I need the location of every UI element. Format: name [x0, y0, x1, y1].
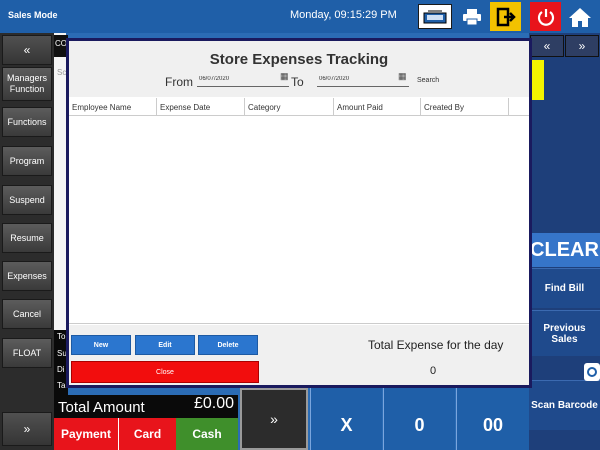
right-scroll-down-button[interactable]: » [565, 35, 599, 57]
previous-sales-button[interactable]: Previous Sales [529, 310, 600, 356]
delete-button[interactable]: Delete [198, 335, 258, 355]
scroll-down-button[interactable]: » [240, 388, 308, 450]
sidebar-item-cancel[interactable]: Cancel [2, 299, 52, 329]
background-panel [54, 33, 66, 333]
background-summary-line: Ta [57, 381, 66, 390]
keypad-0-button[interactable]: 0 [383, 400, 455, 450]
to-label: To [291, 75, 304, 89]
total-amount-value: £0.00 [193, 395, 234, 412]
column-header-category[interactable]: Category [245, 98, 334, 116]
highlight-strip [530, 60, 544, 100]
calendar-icon[interactable]: ▦ [398, 72, 408, 81]
dialog-title: Store Expenses Tracking [209, 51, 389, 68]
keypad-x-button[interactable]: X [310, 400, 382, 450]
power-icon [537, 8, 554, 26]
cash-button[interactable]: Cash [176, 418, 238, 450]
sidebar-item-suspend[interactable]: Suspend [2, 185, 52, 215]
sidebar-item-functions[interactable]: Functions [2, 107, 52, 137]
cash-drawer-icon [423, 10, 447, 23]
clear-button[interactable]: CLEAR [529, 233, 600, 267]
home-icon [568, 7, 591, 27]
sidebar-item-managers-function[interactable]: Managers Function [2, 67, 52, 101]
find-bill-button[interactable]: Find Bill [529, 268, 600, 308]
payment-button[interactable]: Payment [54, 418, 118, 450]
expenses-table-body[interactable] [69, 116, 529, 324]
column-header-created-by[interactable]: Created By [421, 98, 509, 116]
to-date-field[interactable] [317, 71, 409, 87]
logout-button[interactable] [490, 2, 521, 31]
total-expense-label: Total Expense for the day [368, 338, 504, 352]
keypad-row-edge [383, 388, 455, 400]
expenses-table-header: Employee Name Expense Date Category Amou… [69, 98, 529, 116]
top-bar: Sales Mode Monday, 09:15:29 PM [0, 0, 600, 33]
edit-button[interactable]: Edit [135, 335, 195, 355]
sidebar-item-float[interactable]: FLOAT [2, 338, 52, 368]
column-header-expense-date[interactable]: Expense Date [157, 98, 245, 116]
sidebar-item-resume[interactable]: Resume [2, 223, 52, 253]
close-button[interactable]: Close [71, 361, 259, 383]
card-button[interactable]: Card [118, 418, 176, 450]
keypad-00-button[interactable]: 00 [456, 400, 529, 450]
column-header-employee-name[interactable]: Employee Name [69, 98, 157, 116]
column-header-amount-paid[interactable]: Amount Paid [334, 98, 421, 116]
calendar-icon[interactable]: ▦ [280, 72, 290, 81]
sidebar-scroll-up-button[interactable]: « [2, 35, 52, 65]
dialog-header: Store Expenses Tracking From ▦ To ▦ Sear… [69, 41, 529, 97]
sidebar-item-expenses[interactable]: Expenses [2, 261, 52, 291]
side-tab-button[interactable] [584, 363, 600, 381]
sidebar-scroll-down-button[interactable]: » [2, 412, 52, 446]
total-amount-label: Total Amount [58, 399, 145, 416]
scan-barcode-button[interactable]: Scan Barcode [529, 380, 600, 430]
right-scroll-up-button[interactable]: « [530, 35, 564, 57]
keypad-row-edge [456, 388, 529, 400]
from-label: From [165, 75, 193, 89]
refresh-icon [587, 367, 597, 377]
new-button[interactable]: New [71, 335, 131, 355]
background-summary-line: Di [57, 365, 65, 374]
mode-label: Sales Mode [8, 10, 58, 20]
home-button[interactable] [564, 2, 595, 31]
total-amount-bar: Total Amount £0.00 [54, 395, 238, 418]
cash-drawer-button[interactable] [418, 4, 452, 29]
expenses-dialog: Store Expenses Tracking From ▦ To ▦ Sear… [66, 38, 532, 388]
background-summary-line: To [57, 332, 66, 341]
sidebar-item-program[interactable]: Program [2, 146, 52, 176]
logout-icon [496, 7, 516, 26]
total-expense-value: 0 [430, 365, 437, 377]
from-date-field[interactable] [197, 71, 289, 87]
keypad-row-edge [310, 388, 382, 400]
clock: Monday, 09:15:29 PM [290, 9, 397, 21]
printer-icon [462, 8, 481, 25]
dialog-body: Store Expenses Tracking From ▦ To ▦ Sear… [69, 41, 529, 385]
power-button[interactable] [530, 2, 561, 31]
dialog-footer: New Edit Delete Close Total Expense for … [69, 325, 529, 385]
print-button[interactable] [456, 2, 487, 31]
background-text: Sc [57, 68, 67, 77]
search-button[interactable]: Search [417, 77, 439, 84]
